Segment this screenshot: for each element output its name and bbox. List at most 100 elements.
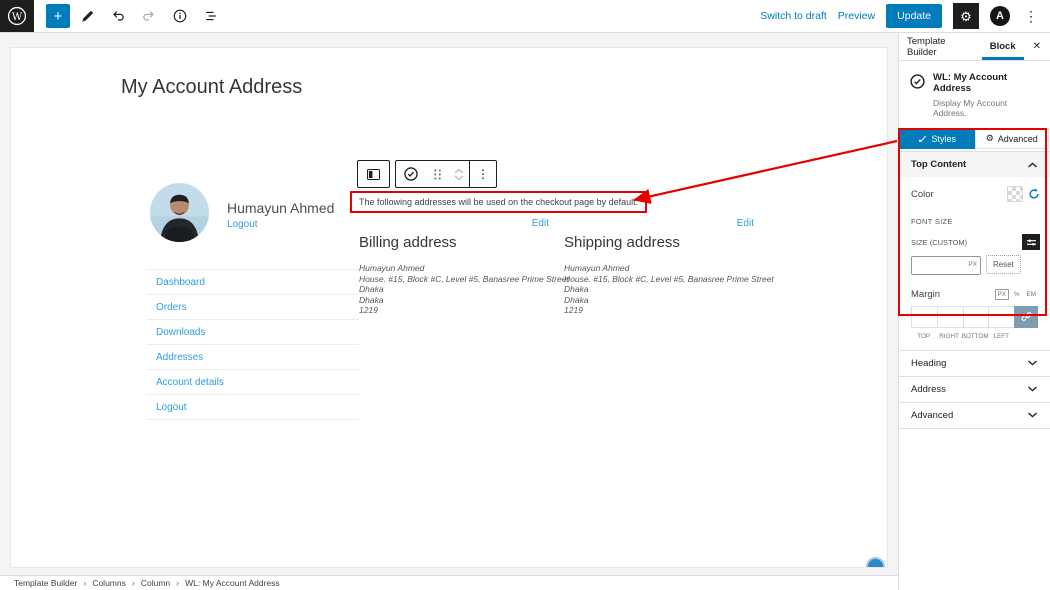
redo-button[interactable] <box>135 2 163 30</box>
billing-address-column: Edit Billing address Humayun Ahmed House… <box>359 218 549 316</box>
move-down-icon[interactable] <box>454 175 464 181</box>
avatar-logout-link[interactable]: Logout <box>227 219 258 230</box>
gear-icon: ⚙ <box>986 133 994 144</box>
unit-percent[interactable]: % <box>1012 290 1022 299</box>
details-button[interactable] <box>166 2 194 30</box>
reset-size-button[interactable]: Reset <box>986 255 1021 274</box>
block-type-button[interactable] <box>396 161 426 187</box>
block-options-button[interactable]: ⋮ <box>470 161 496 187</box>
account-user-name: Humayun Ahmed <box>227 200 334 216</box>
color-setting-row: Color <box>899 177 1050 209</box>
account-nav-dashboard[interactable]: Dashboard <box>146 269 359 294</box>
link-icon <box>1021 311 1032 322</box>
help-bubble-button[interactable] <box>866 557 885 568</box>
margin-right-input[interactable] <box>937 306 963 328</box>
info-icon <box>172 8 188 24</box>
chevron-up-icon <box>1027 162 1038 168</box>
list-view-button[interactable] <box>197 2 225 30</box>
close-icon: ✕ <box>1033 41 1041 52</box>
px-unit-suffix: PX <box>968 261 977 268</box>
block-card-title: WL: My Account Address <box>933 72 1042 94</box>
breadcrumb-separator: › <box>83 578 86 588</box>
undo-icon <box>110 8 126 24</box>
font-size-section-label: FONT SIZE <box>899 209 1050 226</box>
link-values-button[interactable] <box>1014 306 1038 328</box>
chevron-down-icon <box>1027 360 1038 366</box>
account-nav-account-details[interactable]: Account details <box>146 369 359 394</box>
breadcrumb-current-block[interactable]: WL: My Account Address <box>185 578 279 588</box>
gear-icon: ⚙ <box>960 10 972 23</box>
block-movers <box>449 161 469 187</box>
chevron-down-icon <box>1027 386 1038 392</box>
close-sidebar-button[interactable]: ✕ <box>1024 33 1050 60</box>
checkout-notice-annotated[interactable]: The following addresses will be used on … <box>350 191 647 213</box>
panel-advanced-header[interactable]: Advanced <box>899 403 1050 428</box>
breadcrumb-column[interactable]: Column <box>141 578 170 588</box>
kebab-icon: ⋮ <box>1024 8 1038 24</box>
drag-dots-icon <box>433 168 442 181</box>
breadcrumb-template-builder[interactable]: Template Builder <box>14 578 77 588</box>
tools-pencil-button[interactable] <box>73 2 101 30</box>
column-block-icon <box>365 166 382 183</box>
block-card: WL: My Account Address Display My Accoun… <box>899 61 1050 127</box>
drag-handle[interactable] <box>426 161 449 187</box>
move-up-icon[interactable] <box>454 168 464 174</box>
account-navigation: Dashboard Orders Downloads Addresses Acc… <box>146 269 359 420</box>
select-parent-column-button[interactable] <box>358 161 389 187</box>
panel-address-header[interactable]: Address <box>899 377 1050 402</box>
shipping-edit-link[interactable]: Edit <box>564 218 754 229</box>
options-menu-button[interactable]: ⋮ <box>1021 8 1041 25</box>
margin-unit-switcher: PX % EM <box>995 289 1038 300</box>
color-swatch[interactable] <box>1007 186 1023 202</box>
panel-address: Address <box>899 376 1050 402</box>
panel-top-content-header[interactable]: Top Content <box>899 152 1050 177</box>
reset-color-icon[interactable] <box>1028 188 1040 200</box>
billing-address-heading: Billing address <box>359 234 549 251</box>
block-card-description: Display My Account Address. <box>933 98 1042 118</box>
sliders-icon <box>1026 238 1037 247</box>
account-nav-addresses[interactable]: Addresses <box>146 344 359 369</box>
margin-side-labels: TOP RIGHT BOTTOM LEFT <box>911 333 1038 340</box>
breadcrumb-separator: › <box>176 578 179 588</box>
redo-icon <box>141 8 157 24</box>
unit-px[interactable]: PX <box>995 289 1009 300</box>
editor-top-bar: W + Switch to draft Preview Update ⚙ <box>0 0 1050 33</box>
top-bar-right-tools: Switch to draft Preview Update ⚙ A ⋮ <box>760 3 1050 29</box>
preview-link[interactable]: Preview <box>838 10 875 22</box>
block-breadcrumb: Template Builder › Columns › Column › WL… <box>0 575 898 590</box>
size-input-row: PX Reset <box>899 250 1050 275</box>
panel-heading-header[interactable]: Heading <box>899 351 1050 376</box>
account-nav-logout[interactable]: Logout <box>146 394 359 420</box>
plugin-logo-icon[interactable]: A <box>990 6 1010 26</box>
circle-check-block-icon <box>909 73 926 90</box>
list-view-icon <box>203 8 219 24</box>
block-inserter-button[interactable]: + <box>46 4 70 28</box>
undo-button[interactable] <box>104 2 132 30</box>
account-nav-orders[interactable]: Orders <box>146 294 359 319</box>
size-settings-button[interactable] <box>1022 234 1040 250</box>
billing-edit-link[interactable]: Edit <box>359 218 549 229</box>
wordpress-logo-icon[interactable]: W <box>0 0 34 32</box>
margin-label: Margin <box>911 289 940 300</box>
tab-block[interactable]: Block <box>982 33 1024 60</box>
margin-bottom-input[interactable] <box>963 306 989 328</box>
plus-icon: + <box>54 9 63 24</box>
margin-left-input[interactable] <box>988 306 1014 328</box>
settings-gear-button[interactable]: ⚙ <box>953 3 979 29</box>
advanced-mode-button[interactable]: ⚙ Advanced <box>975 128 1050 149</box>
billing-address-lines: Humayun Ahmed House. #15, Block #C, Leve… <box>359 263 549 316</box>
shipping-address-column: Edit Shipping address Humayun Ahmed Hous… <box>564 218 754 316</box>
panel-top-content: Top Content Color FONT SIZE SIZE (CUSTOM… <box>899 151 1050 350</box>
switch-to-draft-link[interactable]: Switch to draft <box>760 10 827 22</box>
settings-sidebar: Template Builder Block ✕ WL: My Account … <box>898 33 1050 590</box>
styles-advanced-toggle: Styles ⚙ Advanced <box>900 128 1049 149</box>
circle-check-block-icon <box>403 166 419 182</box>
account-nav-downloads[interactable]: Downloads <box>146 319 359 344</box>
parent-block-group <box>357 160 390 188</box>
unit-em[interactable]: EM <box>1025 290 1038 299</box>
margin-top-input[interactable] <box>911 306 937 328</box>
breadcrumb-columns[interactable]: Columns <box>92 578 126 588</box>
styles-mode-button[interactable]: Styles <box>900 128 975 149</box>
tab-template-builder[interactable]: Template Builder <box>899 33 982 60</box>
update-button[interactable]: Update <box>886 4 942 28</box>
